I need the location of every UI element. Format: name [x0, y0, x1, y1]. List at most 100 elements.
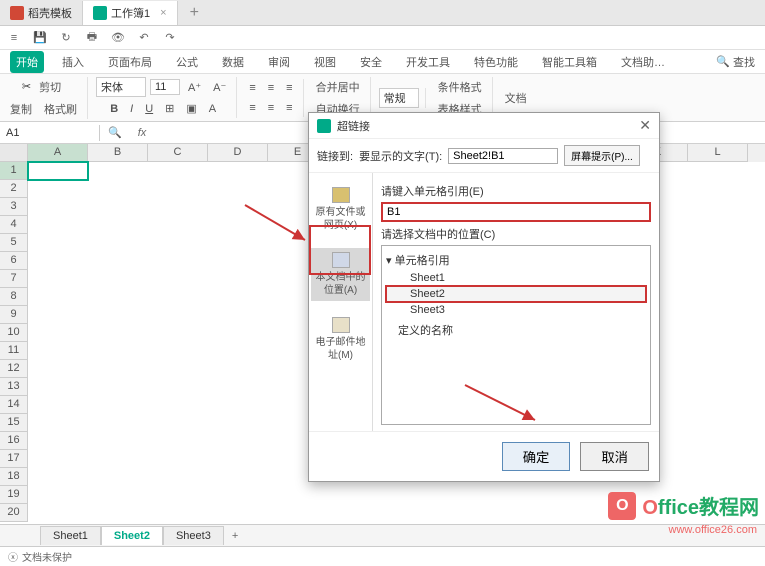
row-header[interactable]: 3	[0, 198, 28, 216]
align-mid-icon[interactable]: ≡	[264, 79, 278, 97]
align-center-icon[interactable]: ≡	[264, 99, 278, 117]
tree-item-sheet3[interactable]: Sheet3	[386, 302, 646, 318]
ribbon-tab-feature[interactable]: 特色功能	[468, 51, 524, 73]
ribbon-tab-formula[interactable]: 公式	[170, 51, 204, 73]
redo2-icon[interactable]: ↷	[162, 30, 178, 46]
add-sheet-button[interactable]: +	[224, 530, 246, 542]
doc-button[interactable]: 文档	[501, 88, 531, 108]
col-header[interactable]: B	[88, 144, 148, 162]
row-header[interactable]: 14	[0, 396, 28, 414]
col-header[interactable]: D	[208, 144, 268, 162]
row-header[interactable]: 16	[0, 432, 28, 450]
row-header[interactable]: 11	[0, 342, 28, 360]
row-header[interactable]: 19	[0, 486, 28, 504]
decrease-font-icon[interactable]: A⁻	[209, 78, 230, 97]
sheet-tab-1[interactable]: Sheet1	[40, 526, 101, 545]
watermark-url: www.office26.com	[669, 524, 757, 536]
tree-item-sheet2[interactable]: Sheet2	[386, 286, 646, 302]
menu-icon[interactable]: ≡	[6, 30, 22, 46]
row-header[interactable]: 8	[0, 288, 28, 306]
save-icon[interactable]: 💾	[32, 30, 48, 46]
size-combo[interactable]: 11	[150, 79, 180, 95]
brand-text: ffice教程网	[658, 497, 759, 519]
col-header[interactable]: L	[688, 144, 748, 162]
ribbon-tab-dev[interactable]: 开发工具	[400, 51, 456, 73]
zoom-icon[interactable]: 🔍	[100, 126, 130, 139]
row-header[interactable]: 15	[0, 414, 28, 432]
row-header[interactable]: 6	[0, 252, 28, 270]
number-format-combo[interactable]: 常规	[379, 88, 419, 108]
tab-workbook[interactable]: 工作簿1 ×	[83, 1, 178, 25]
find-button[interactable]: 🔍 查找	[716, 54, 755, 70]
font-color-icon[interactable]: A	[205, 100, 220, 118]
ribbon-tab-view[interactable]: 视图	[308, 51, 342, 73]
cond-format-button[interactable]: 条件格式	[434, 77, 486, 97]
spreadsheet-icon	[93, 6, 107, 20]
format-painter-button[interactable]: 格式刷	[40, 99, 81, 119]
location-tree[interactable]: ▾ 单元格引用 Sheet1 Sheet2 Sheet3 定义的名称	[381, 245, 651, 425]
tree-node-cellref[interactable]: ▾ 单元格引用	[386, 252, 646, 268]
row-header[interactable]: 12	[0, 360, 28, 378]
increase-font-icon[interactable]: A⁺	[184, 78, 205, 97]
align-top-icon[interactable]: ≡	[245, 79, 259, 97]
col-header[interactable]: C	[148, 144, 208, 162]
fill-color-icon[interactable]: ▣	[182, 99, 200, 118]
fx-label[interactable]: fx	[130, 127, 155, 139]
merge-button[interactable]: 合并居中	[312, 77, 364, 97]
align-bot-icon[interactable]: ≡	[282, 79, 296, 97]
row-header[interactable]: 9	[0, 306, 28, 324]
row-header[interactable]: 13	[0, 378, 28, 396]
bold-icon[interactable]: B	[106, 100, 122, 118]
ribbon-tab-tools[interactable]: 智能工具箱	[536, 51, 603, 73]
redo-icon[interactable]: ↻	[58, 30, 74, 46]
row-header[interactable]: 10	[0, 324, 28, 342]
ribbon-tab-security[interactable]: 安全	[354, 51, 388, 73]
cell-ref-input[interactable]	[381, 202, 651, 222]
tree-item-sheet1[interactable]: Sheet1	[386, 270, 646, 286]
dialog-titlebar[interactable]: 超链接 ✕	[309, 113, 659, 139]
side-item-file[interactable]: 原有文件或网页(X)	[311, 183, 370, 236]
row-header[interactable]: 20	[0, 504, 28, 522]
close-icon[interactable]: ×	[160, 7, 166, 19]
select-all-corner[interactable]	[0, 144, 28, 162]
name-box[interactable]: A1	[0, 125, 100, 141]
underline-icon[interactable]: U	[141, 100, 157, 118]
row-header[interactable]: 1	[0, 162, 28, 180]
ok-button[interactable]: 确定	[502, 442, 571, 471]
ribbon-tab-review[interactable]: 审阅	[262, 51, 296, 73]
undo-icon[interactable]: ↶	[136, 30, 152, 46]
ribbon-tab-insert[interactable]: 插入	[56, 51, 90, 73]
new-tab-button[interactable]: +	[178, 4, 211, 22]
cut-button[interactable]: 剪切	[35, 77, 65, 97]
close-icon[interactable]: ✕	[639, 117, 651, 134]
row-header[interactable]: 17	[0, 450, 28, 468]
align-left-icon[interactable]: ≡	[245, 99, 259, 117]
row-header[interactable]: 7	[0, 270, 28, 288]
preview-icon[interactable]: 👁	[110, 30, 126, 46]
cell-a1[interactable]	[28, 162, 88, 180]
sheet-tab-2[interactable]: Sheet2	[101, 526, 163, 545]
row-header[interactable]: 5	[0, 234, 28, 252]
side-item-email[interactable]: 电子邮件地址(M)	[311, 313, 370, 366]
row-header[interactable]: 2	[0, 180, 28, 198]
ribbon-tab-layout[interactable]: 页面布局	[102, 51, 158, 73]
align-right-icon[interactable]: ≡	[282, 99, 296, 117]
border-icon[interactable]: ⊞	[161, 99, 178, 118]
tree-node-named[interactable]: 定义的名称	[386, 322, 646, 338]
print-icon[interactable]: 🖶	[84, 30, 100, 46]
copy-button[interactable]: 复制	[6, 99, 36, 119]
sheet-tab-3[interactable]: Sheet3	[163, 526, 224, 545]
tab-template[interactable]: 稻壳模板	[0, 1, 83, 25]
row-header[interactable]: 4	[0, 216, 28, 234]
display-text-input[interactable]	[448, 148, 558, 164]
ribbon-tab-dochelp[interactable]: 文档助…	[615, 51, 671, 73]
italic-icon[interactable]: I	[126, 100, 137, 118]
screen-tip-button[interactable]: 屏幕提示(P)...	[564, 145, 640, 166]
row-header[interactable]: 18	[0, 468, 28, 486]
side-item-document-location[interactable]: 本文档中的位置(A)	[311, 248, 370, 301]
ribbon-tab-start[interactable]: 开始	[10, 51, 44, 73]
ribbon-tab-data[interactable]: 数据	[216, 51, 250, 73]
cancel-button[interactable]: 取消	[580, 442, 649, 471]
col-header[interactable]: A	[28, 144, 88, 162]
font-combo[interactable]: 宋体	[96, 77, 146, 97]
